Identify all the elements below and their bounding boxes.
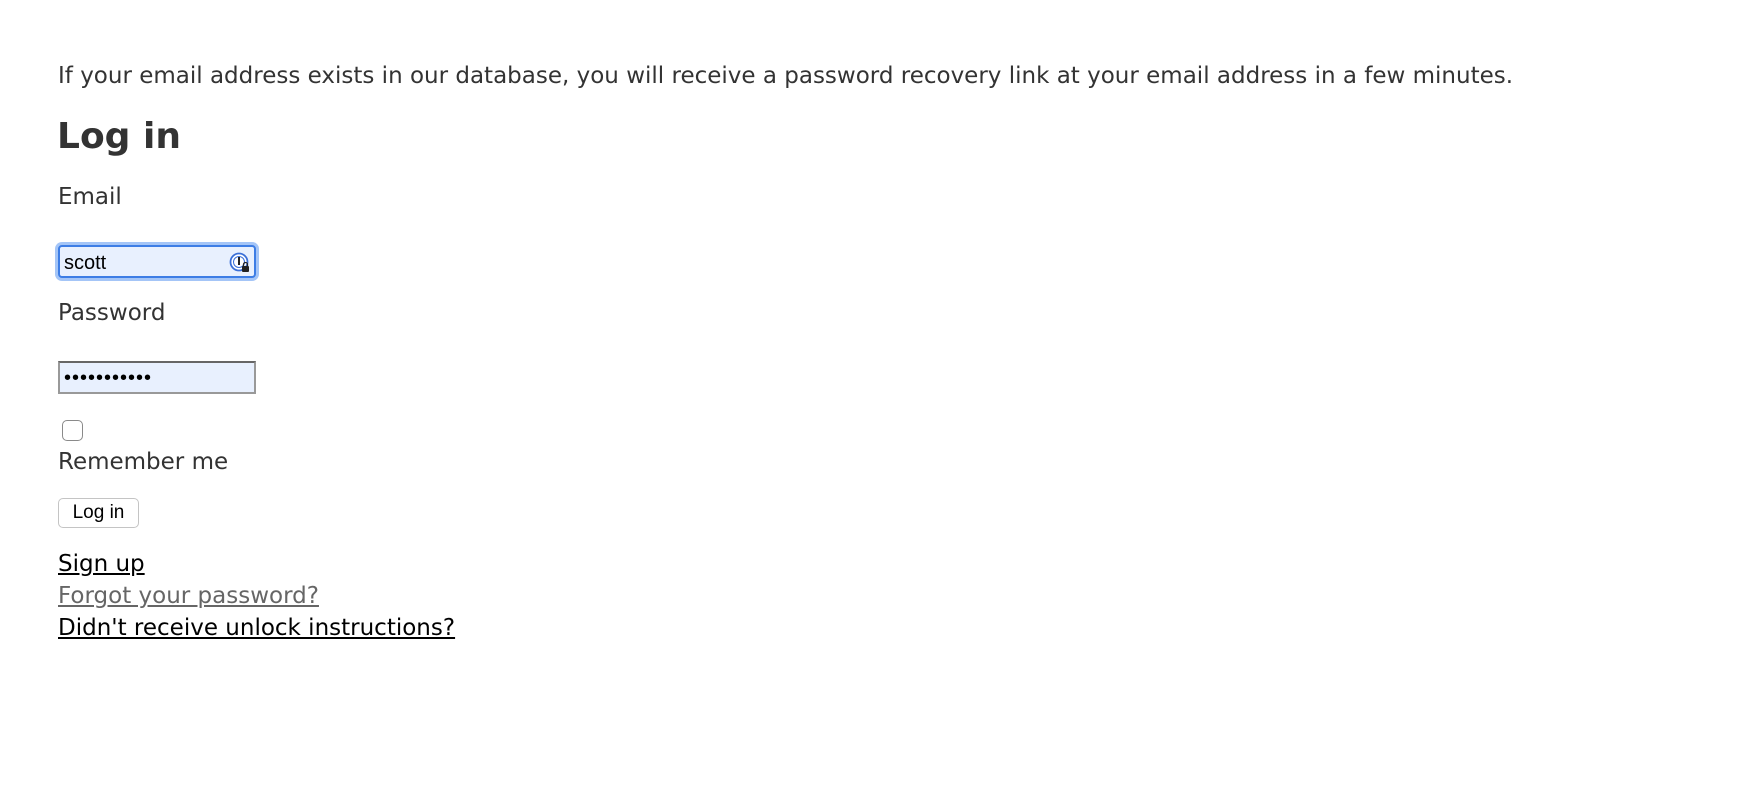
remember-me-label[interactable]: Remember me bbox=[58, 447, 228, 477]
password-manager-icon[interactable] bbox=[229, 252, 251, 274]
password-label: Password bbox=[58, 300, 166, 326]
password-field-value: ••••••••••• bbox=[64, 367, 153, 389]
login-button[interactable]: Log in bbox=[58, 498, 139, 528]
sign-up-link[interactable]: Sign up bbox=[58, 549, 145, 579]
page-title: Log in bbox=[57, 116, 181, 157]
forgot-password-link[interactable]: Forgot your password? bbox=[58, 581, 319, 611]
unlock-instructions-link[interactable]: Didn't receive unlock instructions? bbox=[58, 613, 455, 643]
remember-me-checkbox[interactable] bbox=[62, 420, 83, 441]
email-field[interactable]: scott bbox=[58, 245, 256, 278]
flash-notice: If your email address exists in our data… bbox=[58, 63, 1514, 89]
email-field-value: scott bbox=[64, 252, 107, 274]
email-label: Email bbox=[58, 184, 122, 210]
password-field[interactable]: ••••••••••• bbox=[58, 361, 256, 394]
